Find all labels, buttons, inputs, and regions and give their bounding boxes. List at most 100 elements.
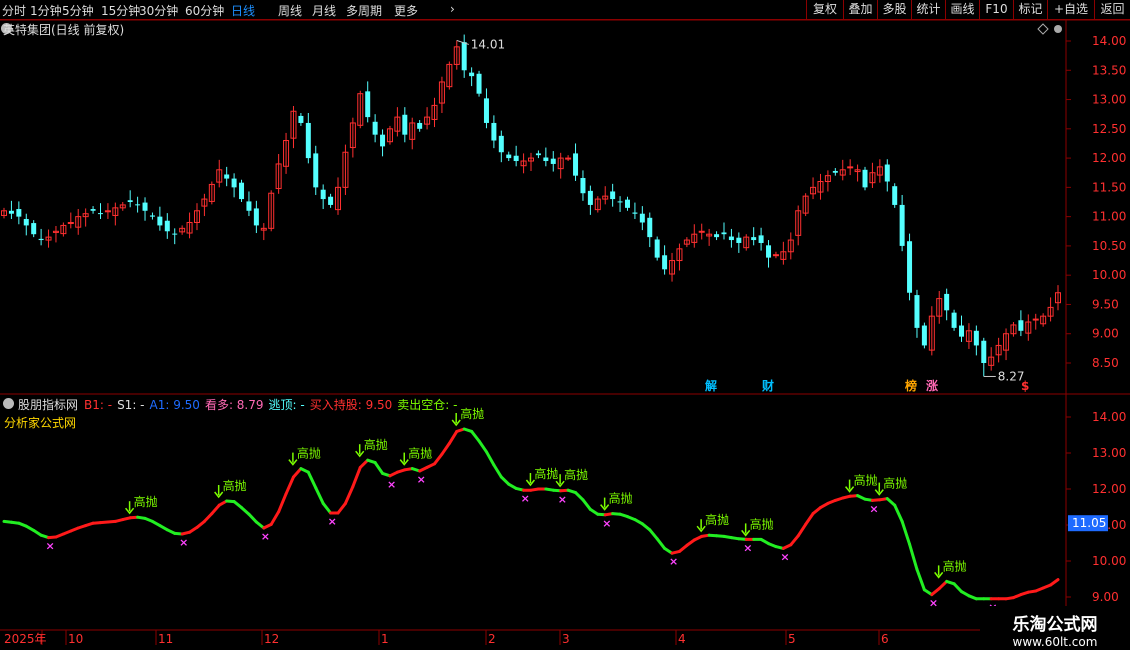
candle-body-87 bbox=[647, 217, 653, 238]
candle-body-23 bbox=[172, 233, 178, 235]
ind-seg-48 bbox=[351, 465, 362, 489]
candle-body-119 bbox=[884, 164, 890, 182]
ind-seg-65 bbox=[477, 439, 488, 454]
watermark-url: www.60lt.com bbox=[1012, 635, 1098, 649]
indicator-dropdown-icon[interactable] bbox=[3, 398, 14, 409]
x-label-1: 10 bbox=[68, 632, 83, 646]
cross-mark-90: × bbox=[669, 555, 678, 568]
current-value: 11.05 bbox=[1072, 516, 1106, 530]
ind-seg-109 bbox=[804, 512, 815, 526]
cross-mark-35: × bbox=[261, 530, 270, 543]
cross-mark-70: × bbox=[521, 492, 530, 505]
cross-mark-44: × bbox=[328, 515, 337, 528]
candle-body-112 bbox=[832, 170, 838, 173]
x-label-3: 12 bbox=[264, 632, 279, 646]
candle-body-121 bbox=[899, 204, 905, 246]
candle-body-99 bbox=[736, 237, 742, 243]
event-mark-4: $ bbox=[1021, 379, 1029, 393]
signal-label-10: 高抛 bbox=[750, 516, 774, 531]
x-label-4: 1 bbox=[381, 632, 389, 646]
indicator-field-6: 卖出空仓: - bbox=[397, 398, 458, 412]
price-tick-7: 10.50 bbox=[1092, 239, 1126, 253]
candle-body-4 bbox=[31, 223, 37, 235]
ind-seg-44 bbox=[321, 501, 333, 515]
candle-body-122 bbox=[907, 241, 913, 293]
price-tick-0: 14.00 bbox=[1092, 34, 1126, 48]
candle-body-32 bbox=[239, 182, 245, 200]
candle-body-22 bbox=[164, 220, 170, 232]
signal-label-11: 高抛 bbox=[854, 473, 878, 488]
price-tick-2: 13.00 bbox=[1092, 93, 1126, 107]
signal-label-5: 高抛 bbox=[460, 406, 484, 421]
x-label-2: 11 bbox=[158, 632, 173, 646]
candle-body-101 bbox=[751, 237, 757, 241]
signal-label-6: 高抛 bbox=[534, 466, 558, 481]
candle-body-5 bbox=[38, 238, 44, 241]
price-tick-10: 9.00 bbox=[1092, 327, 1119, 341]
ind-seg-38 bbox=[277, 492, 288, 514]
candle-body-102 bbox=[758, 235, 764, 243]
candle-body-54 bbox=[402, 114, 408, 135]
candle-body-42 bbox=[313, 153, 319, 188]
ind-seg-49 bbox=[358, 458, 370, 469]
candle-body-49 bbox=[365, 91, 371, 118]
candle-body-132 bbox=[981, 340, 987, 363]
kline-chart[interactable]: 14.00 13.50 13.00 12.50 12.00 11.50 11.00 10.50… bbox=[0, 0, 1130, 650]
indicator-field-3: 看多: 8.79 bbox=[204, 398, 264, 412]
cross-mark-6: × bbox=[46, 540, 55, 553]
x-label-6: 3 bbox=[562, 632, 570, 646]
ind-seg-88 bbox=[648, 528, 659, 541]
cross-mark-117: × bbox=[869, 502, 878, 515]
indicator-fields: B1: - S1: - A1: 9.50 看多: 8.79 逃顶: - 买入持股: 9.5… bbox=[84, 396, 463, 413]
panel-dropdown-icon bbox=[1054, 25, 1062, 33]
event-mark-2: 榜 bbox=[905, 378, 917, 393]
candle-body-129 bbox=[959, 325, 965, 337]
candle-body-85 bbox=[632, 212, 638, 214]
candle-body-13 bbox=[97, 213, 103, 215]
candle-body-3 bbox=[23, 218, 29, 226]
watermark: 乐淘公式网 www.60lt.com bbox=[980, 606, 1130, 650]
candle-body-9 bbox=[67, 221, 74, 224]
ind-seg-39 bbox=[284, 475, 295, 496]
candle-body-77 bbox=[573, 153, 579, 176]
candle-body-137 bbox=[1018, 320, 1024, 331]
candle-body-127 bbox=[944, 293, 950, 311]
candle-body-1 bbox=[8, 210, 14, 214]
candle-body-139 bbox=[1032, 318, 1039, 321]
ind-seg-47 bbox=[343, 485, 355, 505]
candle-body-78 bbox=[580, 177, 586, 194]
candle-body-21 bbox=[157, 216, 163, 226]
ind-seg-121 bbox=[893, 503, 904, 523]
candle-body-65 bbox=[483, 98, 489, 123]
ind-seg-79 bbox=[581, 498, 592, 511]
price-tick-4: 12.00 bbox=[1092, 151, 1126, 165]
candle-body-18 bbox=[135, 204, 141, 206]
candle-body-44 bbox=[328, 196, 334, 205]
ind-seg-46 bbox=[336, 501, 347, 515]
indicator-name: 股朋指标网 bbox=[18, 398, 79, 412]
ind-seg-34 bbox=[247, 512, 258, 524]
candle-body-14 bbox=[104, 210, 111, 213]
candle-body-128 bbox=[951, 312, 957, 328]
ind-seg-43 bbox=[314, 486, 325, 505]
candle-body-63 bbox=[469, 72, 475, 77]
candle-body-66 bbox=[491, 122, 497, 141]
signal-label-13: 高抛 bbox=[943, 558, 967, 573]
price-tick-9: 9.50 bbox=[1092, 297, 1119, 311]
candle-body-41 bbox=[305, 122, 311, 159]
ind-seg-122 bbox=[900, 519, 912, 546]
indicator-field-5: 买入持股: 9.50 bbox=[309, 398, 393, 412]
ind-tick-0: 14.00 bbox=[1092, 410, 1126, 424]
candle-body-79 bbox=[587, 190, 593, 205]
ind-seg-28 bbox=[202, 512, 214, 523]
candle-body-114 bbox=[847, 166, 854, 169]
candle-body-51 bbox=[380, 134, 386, 147]
indicator-field-1: S1: - bbox=[117, 398, 145, 412]
ind-seg-61 bbox=[447, 429, 459, 445]
candle-body-89 bbox=[662, 255, 668, 270]
ind-seg-59 bbox=[433, 452, 444, 466]
ind-seg-40 bbox=[291, 467, 303, 479]
indicator-field-0: B1: - bbox=[84, 398, 113, 412]
signal-label-8: 高抛 bbox=[609, 491, 633, 506]
x-label-5: 2 bbox=[488, 632, 496, 646]
